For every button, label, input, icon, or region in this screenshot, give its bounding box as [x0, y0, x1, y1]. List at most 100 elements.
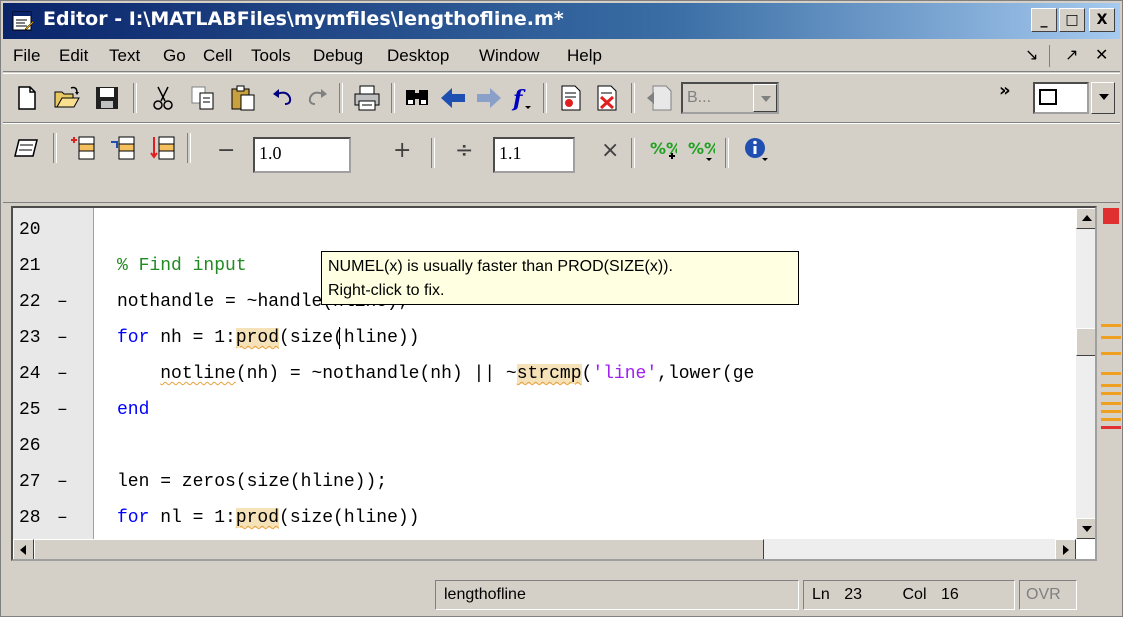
- toolbar-overflow-button[interactable]: »: [999, 80, 1011, 101]
- menu-file[interactable]: File: [13, 46, 40, 66]
- breakpoint-slot[interactable]: –: [57, 364, 68, 384]
- enable-cell-mode-icon[interactable]: [13, 134, 41, 162]
- divide-value-input[interactable]: 1.1: [493, 137, 575, 173]
- vertical-scroll-thumb[interactable]: [1076, 328, 1095, 356]
- clear-breakpoints-icon[interactable]: [593, 84, 621, 112]
- evaluate-file-icon[interactable]: [149, 134, 177, 162]
- warning-marker[interactable]: [1101, 410, 1121, 413]
- code-text: nh = 1:: [149, 328, 236, 348]
- menu-go[interactable]: Go: [163, 46, 186, 66]
- save-icon[interactable]: [93, 84, 121, 112]
- toolbar-separator: [543, 83, 547, 113]
- menu-text[interactable]: Text: [109, 46, 140, 66]
- breakpoint-slot[interactable]: –: [57, 400, 68, 420]
- menu-desktop[interactable]: Desktop: [387, 46, 449, 66]
- toolbar-separator: [53, 133, 57, 163]
- toolbar-separator: [339, 83, 343, 113]
- horizontal-scroll-thumb[interactable]: [34, 539, 764, 559]
- layout-combo[interactable]: [1033, 82, 1089, 114]
- decrement-value-input[interactable]: 1.0: [253, 137, 351, 173]
- menu-window[interactable]: Window: [479, 46, 539, 66]
- vertical-scrollbar[interactable]: [1076, 208, 1095, 539]
- warning-marker[interactable]: [1101, 402, 1121, 405]
- horizontal-scrollbar[interactable]: [13, 539, 1076, 559]
- warning-underline[interactable]: notline: [160, 364, 236, 384]
- warning-highlight[interactable]: strcmp: [516, 364, 582, 384]
- breakpoint-slot[interactable]: –: [57, 472, 68, 492]
- comment-text: % Find input: [117, 256, 247, 276]
- menu-help[interactable]: Help: [567, 46, 602, 66]
- title-bar[interactable]: Editor - I:\MATLABFiles\mymfiles\lengtho…: [3, 3, 1120, 39]
- evaluate-cell-advance-icon[interactable]: [109, 134, 137, 162]
- copy-icon[interactable]: [189, 84, 217, 112]
- line-number: 26: [19, 436, 41, 456]
- menu-edit[interactable]: Edit: [59, 46, 88, 66]
- menu-cell[interactable]: Cell: [203, 46, 232, 66]
- warning-marker[interactable]: [1101, 392, 1121, 395]
- breakpoint-slot[interactable]: –: [57, 328, 68, 348]
- toolbar-separator: [631, 138, 635, 168]
- paste-icon[interactable]: [229, 84, 257, 112]
- evaluate-cell-icon[interactable]: [69, 134, 97, 162]
- open-folder-icon[interactable]: [53, 84, 81, 112]
- undock-icon[interactable]: ↗: [1065, 45, 1078, 64]
- chevron-down-icon[interactable]: [1091, 82, 1115, 114]
- chevron-down-icon[interactable]: [753, 84, 777, 112]
- forward-arrow-icon[interactable]: [475, 84, 503, 112]
- function-browser-icon[interactable]: f: [509, 84, 537, 112]
- scroll-up-button[interactable]: [1076, 208, 1095, 229]
- scroll-right-button[interactable]: [1055, 539, 1076, 559]
- warning-highlight[interactable]: prod: [235, 328, 280, 348]
- string-literal: 'line': [592, 364, 658, 384]
- cut-icon[interactable]: [149, 84, 177, 112]
- close-button[interactable]: X: [1089, 8, 1115, 32]
- back-arrow-icon[interactable]: [439, 84, 467, 112]
- code-text: (size(hline)): [279, 508, 420, 528]
- keyword: for: [117, 328, 150, 348]
- editor-app-icon[interactable]: [11, 9, 35, 33]
- column-value: 16: [940, 586, 959, 603]
- maximize-button[interactable]: □: [1059, 8, 1085, 32]
- multiply-button[interactable]: ×: [601, 138, 619, 163]
- line-number: 22: [19, 292, 41, 312]
- warning-marker[interactable]: [1101, 384, 1121, 387]
- code-text: (nh) = ~nothandle(nh) || ~: [235, 364, 517, 384]
- close-doc-icon[interactable]: ✕: [1095, 45, 1108, 64]
- mlint-tooltip: NUMEL(x) is usually faster than PROD(SIZ…: [321, 251, 799, 305]
- toolbar-separator: [133, 83, 137, 113]
- line-number: 27: [19, 472, 41, 492]
- decrement-button[interactable]: −: [217, 138, 235, 163]
- warning-marker[interactable]: [1101, 352, 1121, 355]
- scroll-down-button[interactable]: [1076, 518, 1095, 539]
- dock-icon[interactable]: ↘: [1025, 45, 1038, 64]
- redo-icon[interactable]: [303, 84, 331, 112]
- code-line-28: for nl = 1:prod(size(hline)): [117, 508, 419, 528]
- stack-combo[interactable]: B...: [681, 82, 779, 114]
- warning-marker[interactable]: [1101, 418, 1121, 421]
- menu-tools[interactable]: Tools: [251, 46, 291, 66]
- warning-marker[interactable]: [1101, 336, 1121, 339]
- insert-cell-divider-icon[interactable]: %%: [649, 136, 677, 164]
- warning-marker[interactable]: [1101, 372, 1121, 375]
- find-binoculars-icon[interactable]: [403, 84, 431, 112]
- new-file-icon[interactable]: [13, 84, 41, 112]
- info-icon[interactable]: [743, 136, 771, 164]
- error-marker[interactable]: [1101, 426, 1121, 429]
- divide-button[interactable]: ÷: [455, 138, 473, 163]
- insert-cell-menu-icon[interactable]: %%: [687, 136, 715, 164]
- print-icon[interactable]: [353, 84, 381, 112]
- increment-button[interactable]: +: [393, 138, 411, 163]
- set-breakpoint-icon[interactable]: [557, 84, 585, 112]
- warning-highlight[interactable]: prod: [235, 508, 280, 528]
- step-icon[interactable]: [645, 84, 673, 112]
- menu-debug[interactable]: Debug: [313, 46, 363, 66]
- cell-toolbar: − 1.0 + ÷ 1.1 × %% %%: [3, 123, 1120, 203]
- undo-icon[interactable]: [269, 84, 297, 112]
- warning-marker[interactable]: [1101, 324, 1121, 327]
- mlint-status-indicator[interactable]: [1103, 208, 1119, 224]
- breakpoint-slot[interactable]: –: [57, 292, 68, 312]
- breakpoint-slot[interactable]: –: [57, 508, 68, 528]
- toolbar-separator: [391, 83, 395, 113]
- minimize-button[interactable]: _: [1031, 8, 1057, 32]
- scroll-left-button[interactable]: [13, 539, 34, 559]
